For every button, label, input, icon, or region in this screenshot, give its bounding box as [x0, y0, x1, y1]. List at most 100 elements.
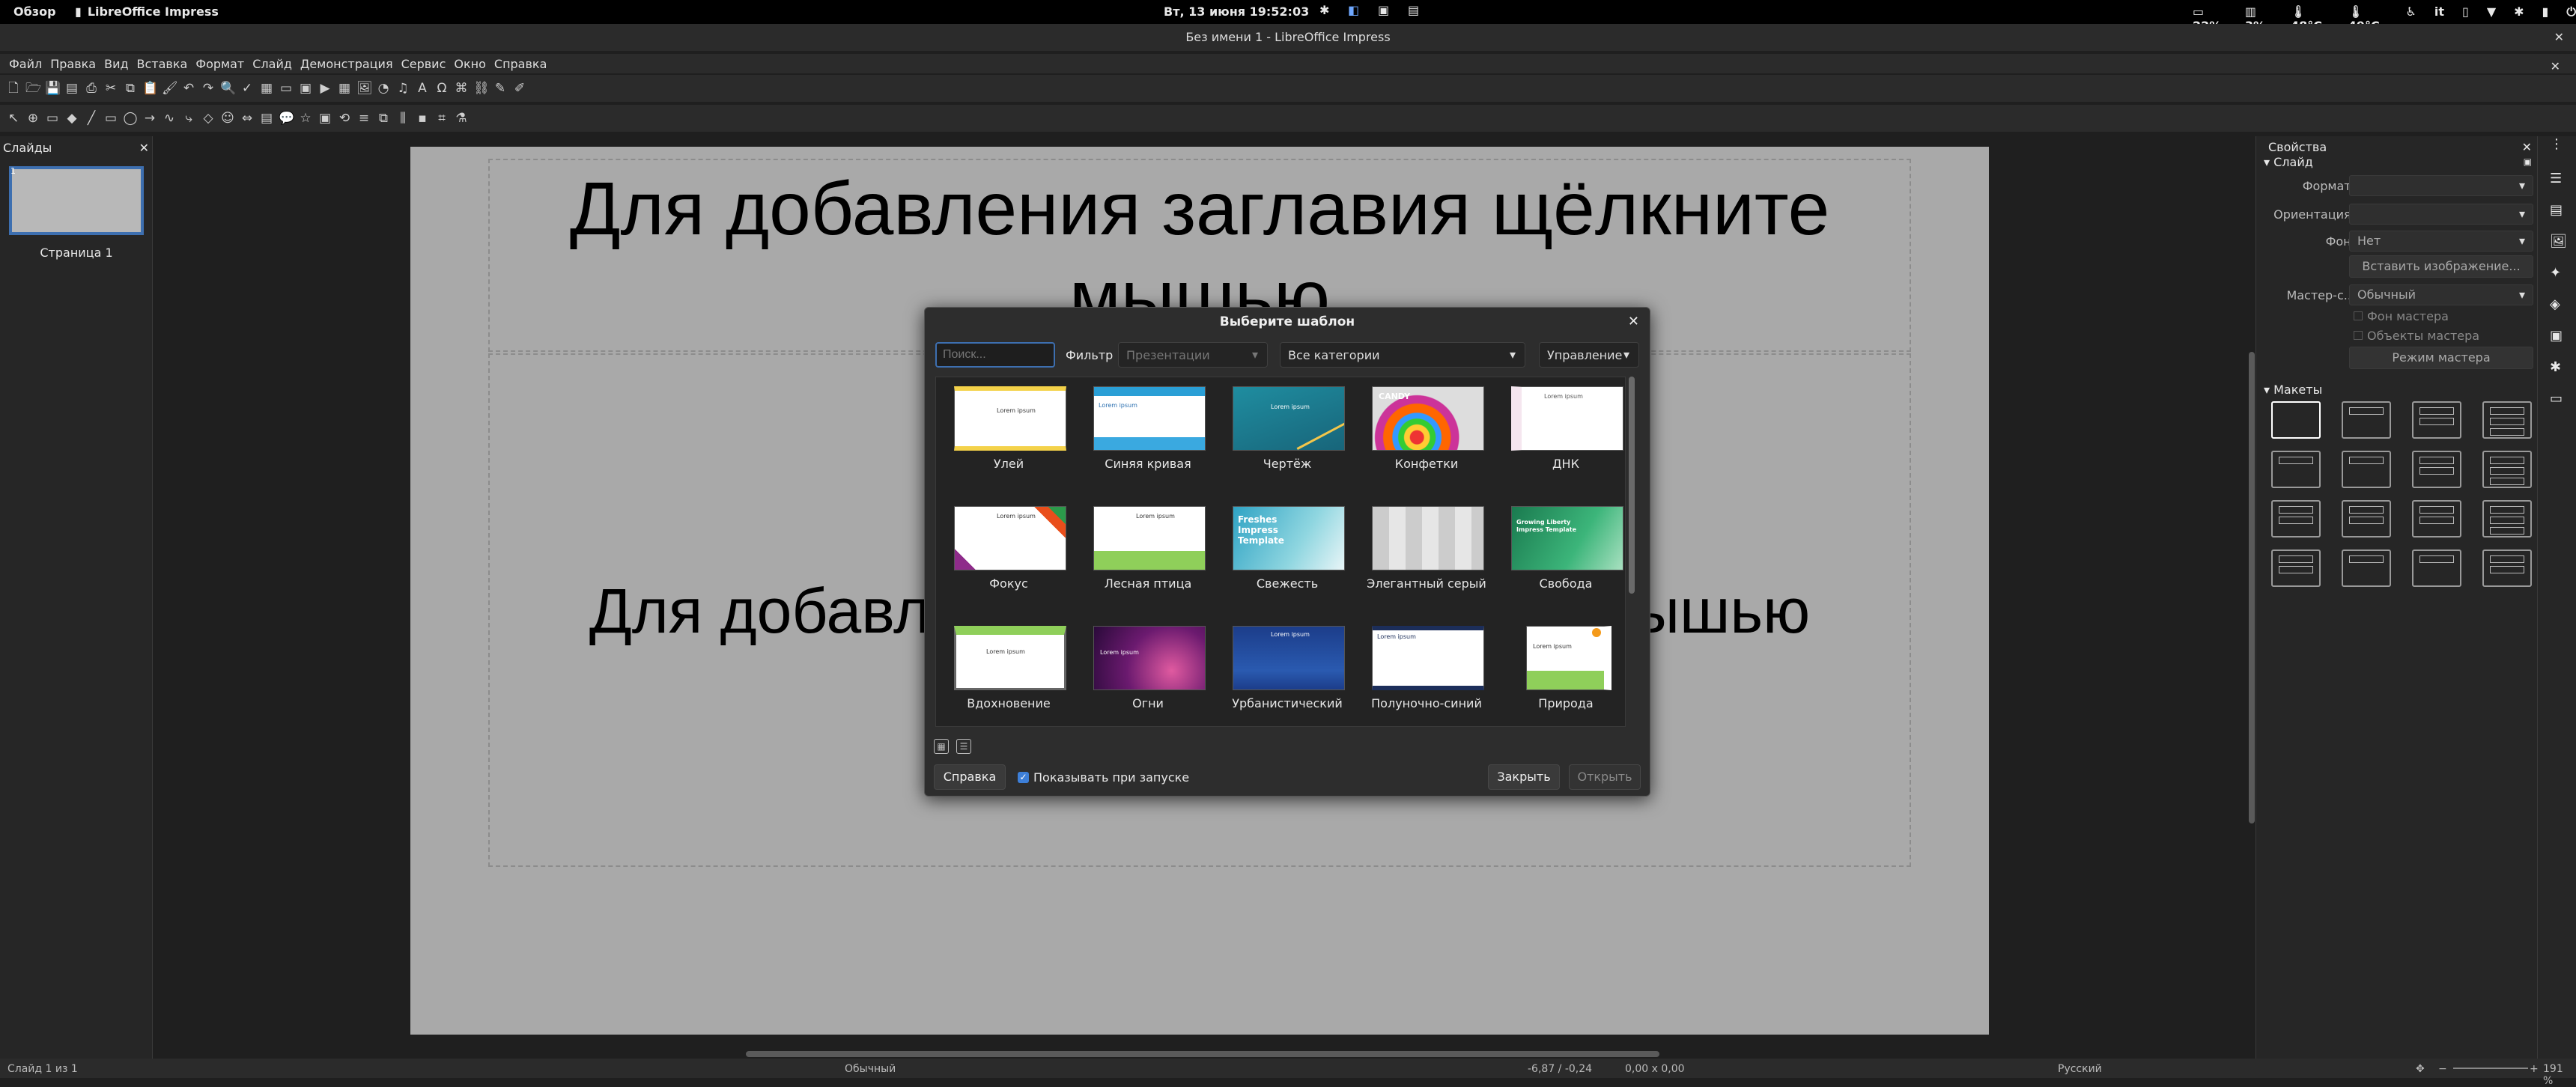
template-item[interactable]: Lorem ipsum Лесная птица	[1078, 497, 1218, 609]
master-slide-icon[interactable]: ▣	[298, 81, 313, 96]
layout-option[interactable]	[2412, 451, 2461, 488]
thumbnail-view-icon[interactable]: ▦	[934, 739, 949, 754]
hyperlink-icon[interactable]: ⛓	[473, 81, 490, 96]
layout-option[interactable]	[2412, 500, 2461, 538]
basic-shapes-icon[interactable]: ◇	[201, 111, 216, 126]
spelling-icon[interactable]: ✓	[240, 81, 255, 96]
line-color-icon[interactable]: ▭	[45, 111, 60, 126]
menu-window[interactable]: Окно	[452, 54, 493, 73]
gallery-tab-icon[interactable]: 🖼	[2550, 234, 2567, 249]
start-slideshow-icon[interactable]: ▶	[318, 81, 332, 96]
master-background-checkbox[interactable]: Фон мастера	[2354, 309, 2449, 323]
app-menu[interactable]: ▮ LibreOffice Impress	[75, 4, 219, 19]
menu-help[interactable]: Справка	[493, 54, 554, 73]
template-item[interactable]: Lorem ipsum Улей	[939, 377, 1078, 490]
master-slide-dropdown[interactable]: Обычный	[2349, 284, 2533, 305]
layouts-section-header[interactable]: ▾ Макеты	[2264, 383, 2322, 397]
template-item[interactable]: Growing Liberty Impress Template Свобода	[1496, 497, 1635, 609]
horizontal-scrollbar[interactable]	[746, 1051, 1659, 1057]
template-item[interactable]: Lorem ipsum Синяя кривая	[1078, 377, 1218, 490]
stars-icon[interactable]: ☆	[298, 111, 313, 126]
layout-option[interactable]	[2271, 549, 2321, 587]
ellipse-icon[interactable]: ◯	[123, 111, 138, 126]
activities-button[interactable]: Обзор	[13, 4, 56, 19]
undo-icon[interactable]: ↶	[181, 81, 196, 96]
crop-icon[interactable]: ⌗	[434, 111, 449, 126]
app-indicator-icon[interactable]: ▤	[1408, 3, 1419, 17]
template-item[interactable]: Lorem ipsum Огни	[1078, 617, 1218, 729]
app-indicator-icon[interactable]: ▣	[1378, 3, 1389, 17]
master-name[interactable]: Обычный	[845, 1063, 896, 1075]
template-item[interactable]: Lorem ipsum Полуночно-синий	[1357, 617, 1496, 729]
menu-edit[interactable]: Правка	[49, 54, 103, 73]
rectangle-icon[interactable]: ▭	[103, 111, 118, 126]
close-dialog-icon[interactable]: ✕	[1628, 314, 1639, 329]
flowchart-icon[interactable]: ▤	[259, 111, 274, 126]
menu-insert[interactable]: Вставка	[136, 54, 195, 73]
callouts-icon[interactable]: 💬	[279, 111, 294, 126]
shadow-icon[interactable]: ▪	[415, 111, 430, 126]
grid-icon[interactable]: ▦	[259, 81, 274, 96]
template-item[interactable]: CANDY Конфетки	[1357, 377, 1496, 490]
print-icon[interactable]: ⎙	[84, 81, 99, 96]
save-icon[interactable]: 💾	[45, 81, 61, 96]
symbol-shapes-icon[interactable]: ☺	[220, 111, 235, 126]
menu-view[interactable]: Вид	[103, 54, 135, 73]
text-box-icon[interactable]: A	[415, 81, 430, 96]
cut-icon[interactable]: ✂	[103, 81, 118, 96]
slide-section-header[interactable]: ▾ Слайд	[2264, 155, 2313, 169]
copy-icon[interactable]: ⧉	[123, 81, 138, 96]
animation-tab-icon[interactable]: ✦	[2550, 265, 2561, 281]
app-indicator-icon[interactable]: ◧	[1348, 3, 1359, 17]
template-item[interactable]: Lorem ipsum Вдохновение	[939, 617, 1078, 729]
layout-option[interactable]	[2482, 451, 2532, 488]
layout-option[interactable]	[2271, 451, 2321, 488]
arrow-icon[interactable]: →	[142, 111, 157, 126]
slide-thumbnail[interactable]: 1	[9, 166, 144, 235]
layout-option[interactable]	[2342, 549, 2391, 587]
close-pane-icon[interactable]: ✕	[139, 141, 149, 155]
fill-color-icon[interactable]: ◆	[64, 111, 79, 126]
close-window-icon[interactable]: ✕	[2554, 24, 2564, 51]
menu-slide[interactable]: Слайд	[251, 54, 299, 73]
more-options-icon[interactable]: ▣	[2524, 156, 2532, 167]
layout-option[interactable]	[2342, 500, 2391, 538]
language-indicator[interactable]: Русский	[2058, 1063, 2102, 1075]
export-pdf-icon[interactable]: ▤	[64, 81, 79, 96]
navigator-tab-icon[interactable]: ◈	[2550, 296, 2560, 312]
layout-option[interactable]	[2412, 549, 2461, 587]
zoom-pan-icon[interactable]: ⊕	[25, 111, 40, 126]
template-item[interactable]: Lorem ipsum Урбанистический	[1218, 617, 1357, 729]
table-icon[interactable]: ▦	[337, 81, 352, 96]
menu-format[interactable]: Формат	[194, 54, 251, 73]
select-icon[interactable]: ↖	[6, 111, 21, 126]
category-dropdown[interactable]: Все категории	[1280, 342, 1525, 368]
image-icon[interactable]: 🖼	[356, 81, 373, 96]
clock[interactable]: Вт, 13 июня 19:52:03	[1164, 4, 1309, 19]
close-button[interactable]: Закрыть	[1488, 764, 1560, 790]
3d-objects-icon[interactable]: ▣	[318, 111, 332, 126]
styles-tab-icon[interactable]: ✱	[2550, 359, 2561, 375]
insert-image-button[interactable]: Вставить изображение...	[2349, 255, 2533, 278]
zoom-slider[interactable]	[2453, 1068, 2528, 1069]
layout-option[interactable]	[2271, 500, 2321, 538]
arrange-icon[interactable]: ⧉	[376, 111, 391, 126]
template-item[interactable]: Lorem ipsum Чертёж	[1218, 377, 1357, 490]
template-item[interactable]: Lorem ipsum Природа	[1496, 617, 1635, 729]
list-view-icon[interactable]: ☰	[956, 739, 971, 754]
close-document-icon[interactable]: ✕	[2549, 56, 2567, 73]
curve-icon[interactable]: ∿	[162, 111, 177, 126]
fit-slide-icon[interactable]: ✥	[2416, 1063, 2425, 1075]
template-item[interactable]: Lorem ipsum Фокус	[939, 497, 1078, 609]
show-draw-functions-icon[interactable]: ✐	[512, 81, 527, 96]
master-objects-checkbox[interactable]: Объекты мастера	[2354, 329, 2479, 343]
align-icon[interactable]: ≡	[356, 111, 371, 126]
vertical-scrollbar[interactable]	[2249, 352, 2255, 823]
new-icon[interactable]: 🗋	[6, 81, 21, 96]
open-icon[interactable]: 🗁	[25, 81, 41, 96]
transformations-icon[interactable]: ⟲	[337, 111, 352, 126]
properties-tab-icon[interactable]: ☰	[2550, 171, 2562, 186]
menu-slideshow[interactable]: Демонстрация	[299, 54, 400, 73]
display-views-icon[interactable]: ▭	[279, 81, 294, 96]
orientation-dropdown[interactable]	[2349, 204, 2533, 225]
